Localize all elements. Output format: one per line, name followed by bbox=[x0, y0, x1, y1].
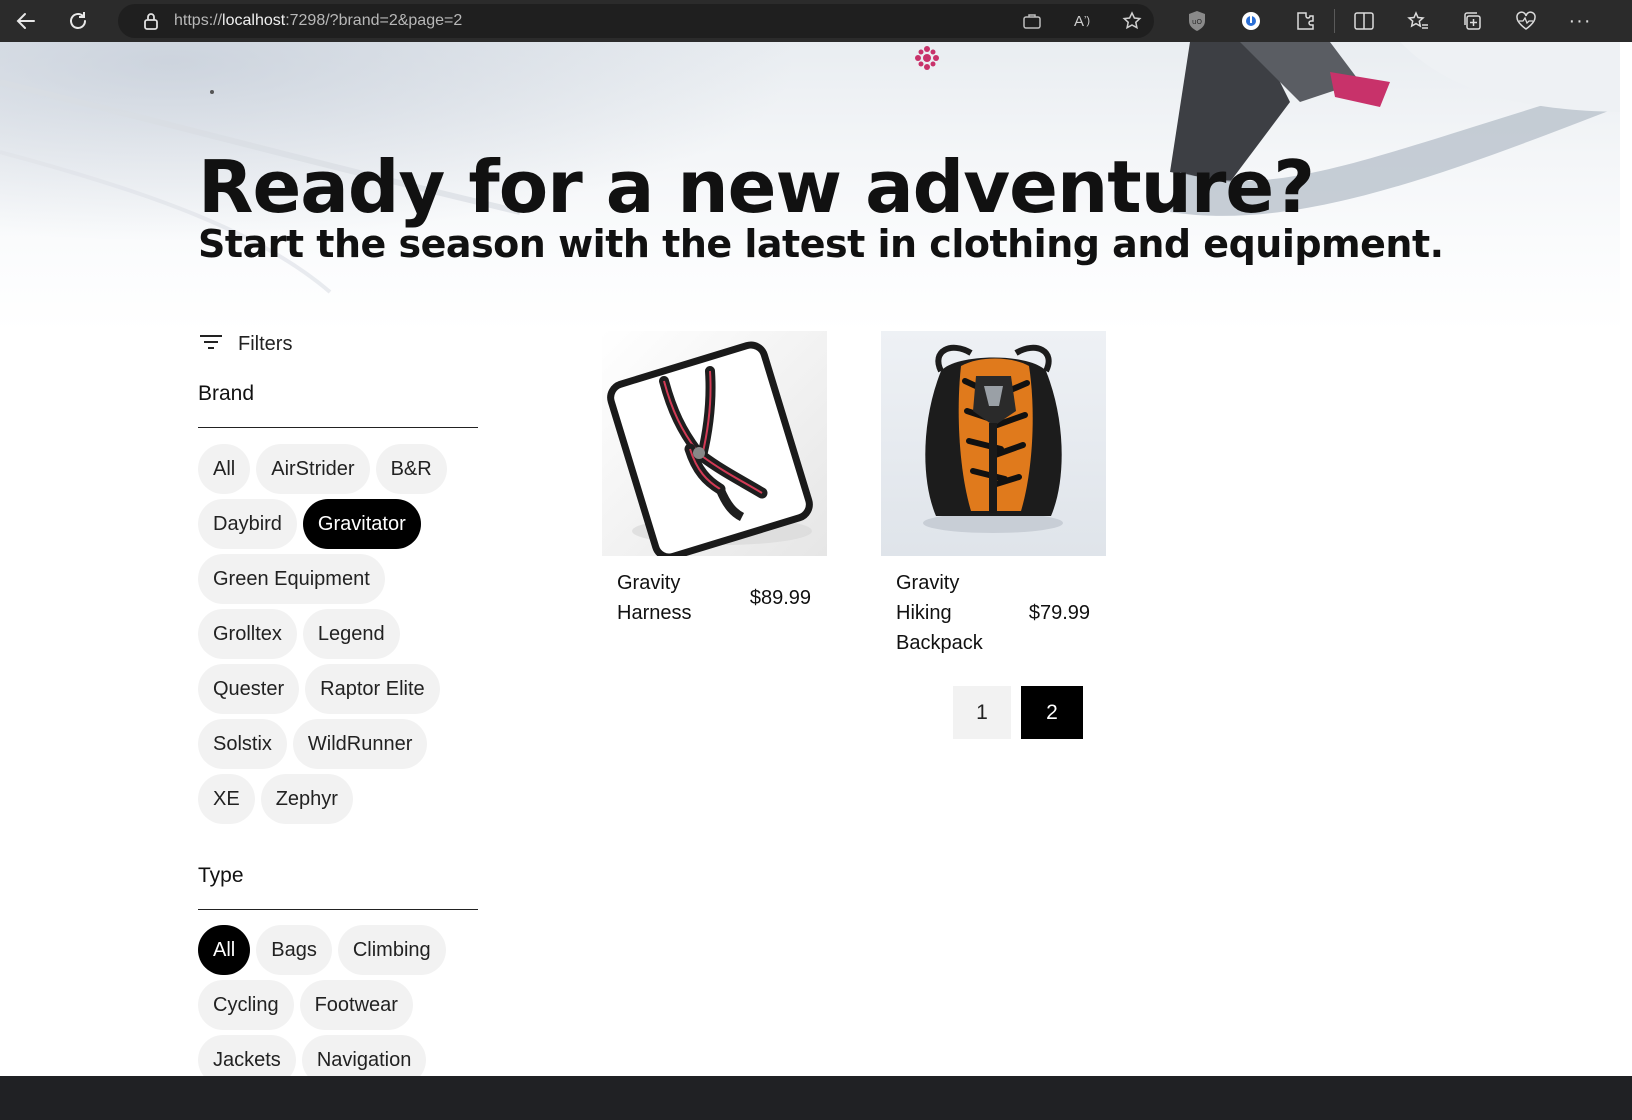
filters-toggle[interactable]: Filters bbox=[198, 332, 292, 357]
brand-chip-daybird[interactable]: Daybird bbox=[198, 499, 297, 549]
brand-chip-legend[interactable]: Legend bbox=[302, 609, 400, 659]
brand-chip-solstix[interactable]: Solstix bbox=[198, 719, 287, 769]
brand-chip-raptor-elite[interactable]: Raptor Elite bbox=[305, 664, 440, 714]
type-chip-climbing[interactable]: Climbing bbox=[337, 925, 446, 975]
brand-chip-all[interactable]: All bbox=[198, 444, 251, 494]
page-button-2[interactable]: 2 bbox=[1021, 686, 1083, 739]
refresh-icon[interactable] bbox=[52, 0, 104, 42]
product-image[interactable] bbox=[881, 331, 1106, 556]
address-bar[interactable]: https://localhost:7298/?brand=2&page=2 A… bbox=[118, 4, 1154, 38]
product-card[interactable]: Gravity Hiking Backpack $79.99 bbox=[881, 331, 1106, 658]
split-screen-icon[interactable] bbox=[1337, 0, 1391, 42]
brand-chip-zephyr[interactable]: Zephyr bbox=[260, 774, 353, 824]
page-scrollbar[interactable] bbox=[1620, 42, 1632, 1120]
toolbar-separator bbox=[1334, 9, 1335, 33]
ublock-shield-icon[interactable]: uO bbox=[1170, 0, 1224, 42]
favorite-star-icon[interactable] bbox=[1120, 9, 1144, 33]
app-available-icon[interactable] bbox=[1020, 9, 1044, 33]
filter-lines-icon bbox=[198, 332, 224, 357]
brand-chip-gravitator[interactable]: Gravitator bbox=[302, 499, 421, 549]
brand-chip-xe[interactable]: XE bbox=[198, 774, 255, 824]
filters-label: Filters bbox=[238, 333, 293, 355]
type-chip-bags[interactable]: Bags bbox=[256, 925, 332, 975]
brand-chip-green-equipment[interactable]: Green Equipment bbox=[198, 554, 385, 604]
type-chip-footwear[interactable]: Footwear bbox=[299, 980, 413, 1030]
brand-filter-title: Brand bbox=[198, 382, 255, 405]
extensions-icon[interactable] bbox=[1278, 0, 1332, 42]
type-filter-title: Type bbox=[198, 864, 244, 887]
lock-icon[interactable] bbox=[140, 10, 162, 32]
hero-subtitle: Start the season with the latest in clot… bbox=[198, 222, 1444, 266]
product-price: $79.99 bbox=[1028, 601, 1090, 624]
brand-chip-quester[interactable]: Quester bbox=[198, 664, 300, 714]
type-chip-cycling[interactable]: Cycling bbox=[198, 980, 294, 1030]
collections-icon[interactable] bbox=[1445, 0, 1499, 42]
product-card[interactable]: Gravity Harness $89.99 bbox=[602, 331, 827, 628]
hero-banner: Ready for a new adventure? Start the sea… bbox=[0, 42, 1632, 332]
product-image[interactable] bbox=[602, 331, 827, 556]
browser-essentials-icon[interactable] bbox=[1499, 0, 1553, 42]
brand-chip-airstrider[interactable]: AirStrider bbox=[256, 444, 370, 494]
pagination: 12 bbox=[953, 686, 1083, 739]
url-host: localhost bbox=[222, 12, 286, 29]
type-filter-divider bbox=[198, 909, 478, 910]
window-bottom-edge bbox=[0, 1076, 1632, 1120]
favorites-icon[interactable] bbox=[1391, 0, 1445, 42]
browser-toolbar: https://localhost:7298/?brand=2&page=2 A… bbox=[0, 0, 1632, 42]
product-name[interactable]: Gravity Harness bbox=[617, 568, 727, 628]
hero-title: Ready for a new adventure? bbox=[198, 145, 1315, 229]
url-text[interactable]: https://localhost:7298/?brand=2&page=2 bbox=[174, 12, 462, 30]
password-manager-icon[interactable] bbox=[1224, 0, 1278, 42]
brand-chip-wildrunner[interactable]: WildRunner bbox=[292, 719, 428, 769]
brand-filter-divider bbox=[198, 427, 478, 428]
page-button-1[interactable]: 1 bbox=[953, 686, 1011, 739]
product-price: $89.99 bbox=[749, 586, 811, 609]
more-options-icon[interactable]: ··· bbox=[1553, 0, 1607, 42]
type-chip-all[interactable]: All bbox=[198, 925, 251, 975]
page-viewport: Ready for a new adventure? Start the sea… bbox=[0, 42, 1632, 1120]
product-name[interactable]: Gravity Hiking Backpack bbox=[896, 568, 1006, 658]
url-path: :7298/?brand=2&page=2 bbox=[285, 12, 463, 29]
back-icon[interactable] bbox=[0, 0, 52, 42]
brand-chip-b-r[interactable]: B&R bbox=[375, 444, 447, 494]
svg-text:uO: uO bbox=[1192, 18, 1202, 26]
url-scheme: https:// bbox=[174, 12, 223, 29]
brand-filter-options: All AirStrider B&R Daybird Gravitator Green E… bbox=[198, 444, 488, 824]
read-aloud-icon[interactable]: A ʼ) bbox=[1070, 9, 1094, 33]
brand-chip-grolltex[interactable]: Grolltex bbox=[198, 609, 297, 659]
